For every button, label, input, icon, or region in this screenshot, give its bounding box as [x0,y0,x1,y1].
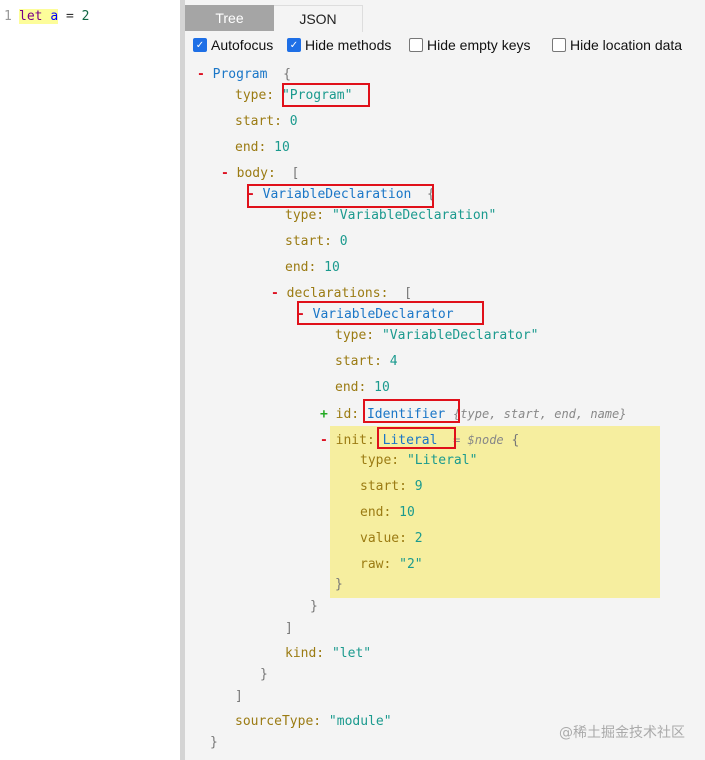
close-brace: } [260,667,268,682]
checkbox-checked-icon[interactable]: ✓ [287,38,301,52]
hide-location-data-label: Hide location data [570,37,683,53]
field-kind: kind: "let" [285,646,372,661]
checkbox-unchecked-icon[interactable] [552,38,566,52]
checkbox-checked-icon[interactable]: ✓ [193,38,207,52]
autofocus-option[interactable]: ✓ Autofocus [193,37,273,53]
ast-panel: Tree JSON ✓ Autofocus ✓ Hide methods Hide … [185,0,705,760]
close-bracket: ] [285,621,293,636]
highlight-box [363,399,460,423]
node-var-ref: = $node [453,433,504,447]
operator-equals: = [65,9,74,24]
number-literal: 2 [81,9,90,24]
highlight-box [282,83,370,107]
field-value: value: 2 [360,531,423,546]
code-line[interactable]: let a = 2 [19,9,89,24]
options-bar: ✓ Autofocus ✓ Hide methods Hide empty keys… [185,37,705,59]
collapse-toggle[interactable]: - [221,166,229,181]
line-number: 1 [4,9,12,24]
field-raw: raw: "2" [360,557,423,572]
tree-node-program[interactable]: - Program { [197,66,291,84]
field-type: type: "Literal" [360,453,478,468]
hide-methods-option[interactable]: ✓ Hide methods [287,37,391,53]
node-summary: {type, start, end, name} [453,407,627,421]
field-type: type: "VariableDeclaration" [285,208,497,223]
keyword-let: let [19,9,43,24]
field-end: end: 10 [235,140,290,155]
field-body[interactable]: - body: [ [221,165,299,183]
collapse-toggle[interactable]: - [197,67,205,82]
field-end: end: 10 [360,505,415,520]
hide-methods-label: Hide methods [305,37,392,53]
node-type-program[interactable]: Program [213,67,268,82]
highlight-box [377,427,456,449]
field-start: start: 0 [235,114,298,129]
hide-location-data-option[interactable]: Hide location data [552,37,682,53]
field-start: start: 0 [285,234,348,249]
tab-bar: Tree JSON [185,0,705,32]
field-source-type: sourceType: "module" [235,714,392,729]
ast-tree: - Program { type: "Program" start: 0 end… [185,60,705,760]
highlight-box [247,184,434,208]
field-end: end: 10 [285,260,340,275]
collapse-toggle[interactable]: - [320,433,328,448]
field-start: start: 4 [335,354,398,369]
field-end: end: 10 [335,380,390,395]
close-brace: } [210,735,218,750]
watermark: @稀土掘金技术社区 [559,725,685,741]
close-brace: } [335,577,343,592]
tab-json[interactable]: JSON [274,5,363,32]
checkbox-unchecked-icon[interactable] [409,38,423,52]
field-start: start: 9 [360,479,423,494]
hide-empty-keys-label: Hide empty keys [427,37,531,53]
code-editor[interactable]: 1 let a = 2 [0,0,180,760]
identifier-a: a [50,9,59,24]
autofocus-label: Autofocus [211,37,274,53]
hide-empty-keys-option[interactable]: Hide empty keys [409,37,530,53]
close-brace: } [310,599,318,614]
close-bracket: ] [235,689,243,704]
highlight-box [297,301,484,325]
field-type: type: "VariableDeclarator" [335,328,539,343]
tab-tree[interactable]: Tree [185,5,274,31]
expand-toggle[interactable]: + [320,407,328,422]
collapse-toggle[interactable]: - [271,286,279,301]
